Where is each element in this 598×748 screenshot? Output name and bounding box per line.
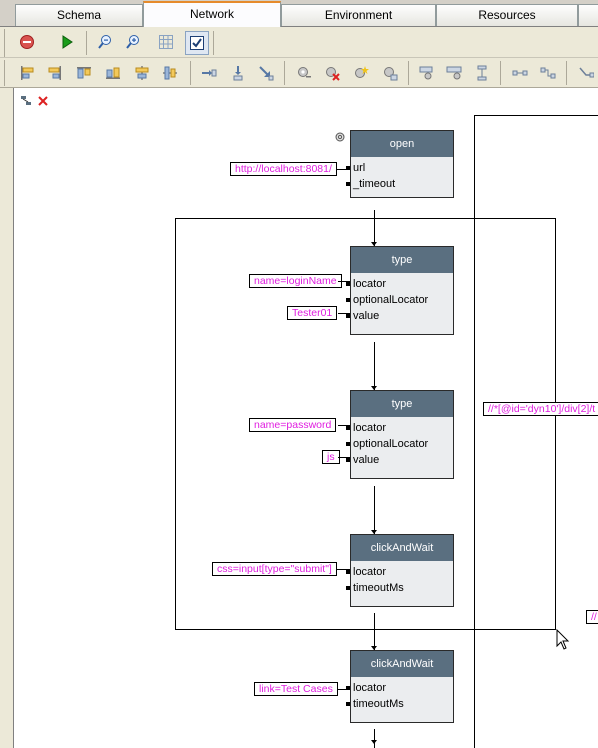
tab-bar: Schema Network Environment Resources xyxy=(0,0,598,27)
align-right-icon[interactable] xyxy=(45,63,65,83)
link2-icon[interactable] xyxy=(538,63,558,83)
layout-mini-icon[interactable] xyxy=(20,95,32,107)
align-left-icon[interactable] xyxy=(17,63,37,83)
node-type-2[interactable]: type locator optionalLocator value xyxy=(346,390,454,479)
node-click-and-wait-1[interactable]: clickAndWait locator timeoutMs xyxy=(346,534,454,607)
port-timeout-ms[interactable]: timeoutMs xyxy=(346,696,453,712)
value-click1-locator[interactable]: css=input[type="submit"] xyxy=(212,562,337,576)
tab-network[interactable]: Network xyxy=(143,1,281,27)
port-locator[interactable]: locator xyxy=(346,276,453,292)
zoom-in-icon[interactable] xyxy=(123,32,143,52)
value-xpath-locator-2[interactable]: // xyxy=(586,610,598,624)
grid-icon[interactable] xyxy=(156,32,176,52)
close-icon[interactable] xyxy=(37,95,49,107)
node-h2-icon[interactable] xyxy=(444,63,464,83)
side-ruler xyxy=(0,88,14,748)
insert-below-icon[interactable] xyxy=(228,63,248,83)
align-vcenter-icon[interactable] xyxy=(160,63,180,83)
node-h-icon[interactable] xyxy=(416,63,436,83)
node-click-and-wait-2[interactable]: clickAndWait locator timeoutMs xyxy=(346,650,454,723)
mouse-cursor-icon xyxy=(556,628,570,654)
gear-remove-icon[interactable] xyxy=(322,63,342,83)
value-type1-locator[interactable]: name=loginName xyxy=(249,274,342,288)
node-v-icon[interactable] xyxy=(472,63,492,83)
value-click2-locator[interactable]: link=Test Cases xyxy=(254,682,338,696)
stop-icon[interactable] xyxy=(17,32,37,52)
node-title: clickAndWait xyxy=(351,535,453,561)
move-down-icon[interactable] xyxy=(256,63,276,83)
port-optional-locator[interactable]: optionalLocator xyxy=(346,292,453,308)
align-hcenter-icon[interactable] xyxy=(132,63,152,83)
tab-schema[interactable]: Schema xyxy=(15,4,143,26)
gear-add-icon[interactable] xyxy=(294,63,314,83)
node-type-1[interactable]: type locator optionalLocator value xyxy=(346,246,454,335)
node-title: clickAndWait xyxy=(351,651,453,677)
gear-icon[interactable] xyxy=(334,131,346,143)
gear-move-icon[interactable] xyxy=(380,63,400,83)
tab-more[interactable] xyxy=(578,4,598,26)
value-xpath-locator[interactable]: //*[@id='dyn10']/div[2]/t xyxy=(483,402,598,416)
node-title: type xyxy=(351,391,453,417)
insert-before-icon[interactable] xyxy=(199,63,219,83)
tab-resources[interactable]: Resources xyxy=(436,4,578,26)
port-locator[interactable]: locator xyxy=(346,680,453,696)
link-icon[interactable] xyxy=(510,63,530,83)
port-value[interactable]: value xyxy=(346,308,453,324)
run-icon[interactable] xyxy=(57,32,77,52)
port-value[interactable]: value xyxy=(346,452,453,468)
network-canvas[interactable]: open url _timeout http://localhost:8081/… xyxy=(14,88,598,748)
zoom-out-icon[interactable] xyxy=(95,32,115,52)
node-open[interactable]: open url _timeout xyxy=(346,130,454,198)
align-top-icon[interactable] xyxy=(74,63,94,83)
port-timeout-ms[interactable]: timeoutMs xyxy=(346,580,453,596)
value-url[interactable]: http://localhost:8081/ xyxy=(230,162,337,176)
align-bottom-icon[interactable] xyxy=(103,63,123,83)
value-type1-value[interactable]: Tester01 xyxy=(287,306,338,320)
main-toolbar xyxy=(0,27,598,58)
port-url[interactable]: url xyxy=(346,160,453,176)
node-title: open xyxy=(351,131,453,157)
port-optional-locator[interactable]: optionalLocator xyxy=(346,436,453,452)
route-icon[interactable] xyxy=(576,63,596,83)
value-type2-value[interactable]: js xyxy=(322,450,340,464)
port-locator[interactable]: locator xyxy=(346,420,453,436)
port-locator[interactable]: locator xyxy=(346,564,453,580)
checkbox-icon[interactable] xyxy=(185,31,209,55)
tab-environment[interactable]: Environment xyxy=(281,4,436,26)
value-type2-locator[interactable]: name=password xyxy=(249,418,337,432)
gear-star-icon[interactable] xyxy=(351,63,371,83)
node-title: type xyxy=(351,247,453,273)
layout-toolbar xyxy=(0,58,598,88)
port-timeout[interactable]: _timeout xyxy=(346,176,453,192)
